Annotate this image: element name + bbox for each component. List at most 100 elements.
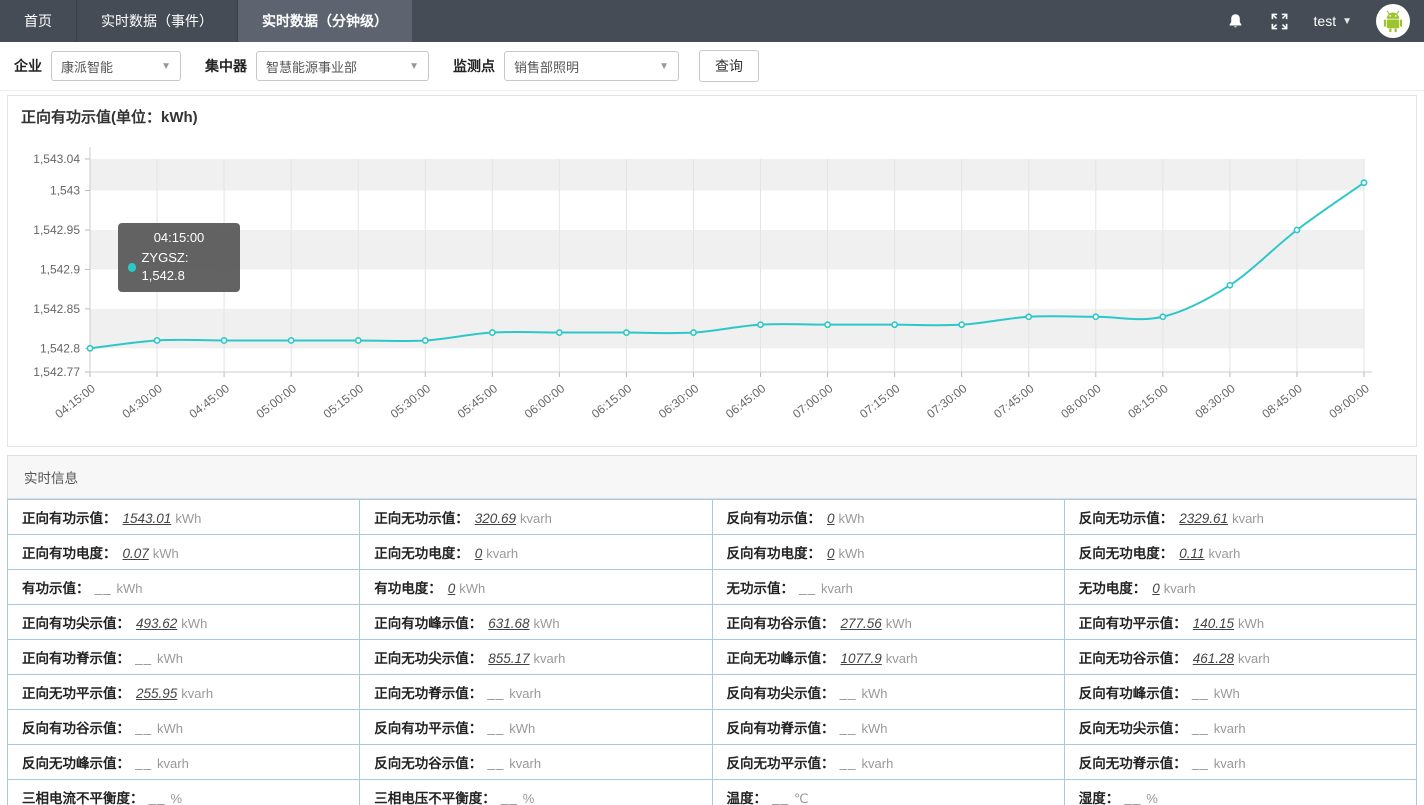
monitor-point-selected-value: 销售部照明	[514, 57, 579, 76]
data-point[interactable]	[289, 338, 294, 343]
concentrator-label: 集中器	[205, 56, 247, 76]
metric-value[interactable]: 0	[448, 581, 456, 596]
fullscreen-icon[interactable]	[1270, 11, 1290, 31]
metric-label: 正向有功示值：	[22, 511, 117, 526]
data-point[interactable]	[154, 338, 159, 343]
y-axis-labels: 1,542.771,542.81,542.851,542.91,542.951,…	[33, 152, 90, 379]
metric-label: 正向无功示值：	[374, 511, 469, 526]
data-point[interactable]	[356, 338, 361, 343]
metric-cell: 温度：__℃	[712, 780, 1064, 805]
data-point[interactable]	[825, 322, 830, 327]
info-table: 正向有功示值：1543.01kWh正向无功示值：320.69kvarh反向有功示…	[7, 499, 1417, 805]
metric-cell: 反向无功峰示值：__kvarh	[8, 745, 360, 780]
metric-cell: 反向有功尖示值：__kWh	[712, 675, 1064, 710]
metric-value[interactable]: 1077.9	[841, 651, 882, 666]
metric-value: __	[841, 721, 858, 736]
metric-unit: kWh	[175, 511, 201, 526]
user-menu[interactable]: test ▼	[1314, 13, 1352, 29]
metric-value[interactable]: 0.07	[123, 546, 149, 561]
metric-value[interactable]: 0	[475, 546, 483, 561]
data-point[interactable]	[490, 330, 495, 335]
metric-cell: 反向有功谷示值：__kWh	[8, 710, 360, 745]
metric-value[interactable]: 855.17	[488, 651, 529, 666]
metric-cell: 湿度：__%	[1064, 780, 1416, 805]
metric-value: __	[1193, 686, 1210, 701]
metric-value[interactable]: 277.56	[841, 616, 882, 631]
metric-value[interactable]: 140.15	[1193, 616, 1234, 631]
tab-home[interactable]: 首页	[0, 0, 77, 42]
metric-value[interactable]: 0	[827, 511, 835, 526]
tab-realtime-minute[interactable]: 实时数据（分钟级）	[238, 0, 412, 42]
metric-value[interactable]: 2329.61	[1179, 511, 1228, 526]
metric-cell: 反向有功峰示值：__kWh	[1064, 675, 1416, 710]
data-point[interactable]	[557, 330, 562, 335]
data-point[interactable]	[222, 338, 227, 343]
metric-unit: kvarh	[486, 546, 518, 561]
data-point[interactable]	[87, 346, 92, 351]
data-point[interactable]	[892, 322, 897, 327]
metric-cell: 正向有功峰示值：631.68kWh	[360, 605, 712, 640]
metric-value: __	[488, 721, 505, 736]
metric-cell: 三相电流不平衡度：__%	[8, 780, 360, 805]
info-panel-title: 实时信息	[7, 455, 1417, 499]
metric-unit: %	[171, 791, 183, 805]
x-tick-label: 08:00:00	[1058, 381, 1104, 421]
data-point[interactable]	[1227, 283, 1232, 288]
metric-label: 温度：	[727, 791, 768, 805]
metric-value[interactable]: 631.68	[488, 616, 529, 631]
metric-cell: 正向无功电度： 0kvarh	[360, 535, 712, 570]
enterprise-label: 企业	[14, 56, 42, 76]
metric-unit: kvarh	[181, 686, 213, 701]
metric-value[interactable]: 320.69	[475, 511, 516, 526]
data-point[interactable]	[1160, 314, 1165, 319]
x-tick-label: 05:00:00	[254, 381, 300, 421]
metric-unit: kvarh	[1232, 511, 1264, 526]
tab-realtime-event[interactable]: 实时数据（事件）	[77, 0, 238, 42]
metric-value[interactable]: 255.95	[136, 686, 177, 701]
metric-value: __	[800, 581, 817, 596]
bell-icon[interactable]	[1226, 11, 1246, 31]
metric-cell: 反向有功平示值：__kWh	[360, 710, 712, 745]
metric-value[interactable]: 0	[1152, 581, 1160, 596]
metric-value[interactable]: 1543.01	[123, 511, 172, 526]
metric-unit: kWh	[117, 581, 143, 596]
metric-unit: kWh	[153, 546, 179, 561]
data-point[interactable]	[758, 322, 763, 327]
monitor-point-select[interactable]: 销售部照明 ▼	[504, 51, 679, 81]
data-point[interactable]	[1026, 314, 1031, 319]
data-point[interactable]	[624, 330, 629, 335]
chevron-down-icon: ▼	[659, 61, 669, 72]
y-tick-label: 1,542.9	[40, 262, 80, 276]
x-tick-label: 07:30:00	[924, 381, 970, 421]
x-tick-label: 07:15:00	[857, 381, 903, 421]
metric-unit: kWh	[862, 721, 888, 736]
metric-value: __	[136, 651, 153, 666]
data-point[interactable]	[1294, 227, 1299, 232]
metric-value[interactable]: 0.11	[1179, 546, 1204, 561]
metric-cell: 反向无功电度：0.11kvarh	[1064, 535, 1416, 570]
data-point[interactable]	[959, 322, 964, 327]
data-point[interactable]	[1093, 314, 1098, 319]
metric-unit: kWh	[181, 616, 207, 631]
enterprise-select[interactable]: 康派智能 ▼	[51, 51, 181, 81]
split-area	[90, 159, 1364, 348]
table-row: 正向无功平示值：255.95kvarh正向无功脊示值：__kvarh反向有功尖示…	[8, 675, 1417, 710]
avatar[interactable]	[1376, 4, 1410, 38]
concentrator-select[interactable]: 智慧能源事业部 ▼	[256, 51, 429, 81]
metric-cell: 正向有功电度：0.07kWh	[8, 535, 360, 570]
metric-label: 无功电度：	[1079, 581, 1147, 596]
query-button[interactable]: 查询	[699, 50, 759, 82]
metric-value[interactable]: 461.28	[1193, 651, 1234, 666]
data-point[interactable]	[1361, 180, 1366, 185]
metric-cell: 正向有功示值： 1543.01kWh	[8, 500, 360, 535]
metric-label: 正向无功平示值：	[22, 686, 130, 701]
metric-label: 正向有功峰示值：	[374, 616, 482, 631]
data-point[interactable]	[423, 338, 428, 343]
metric-value[interactable]: 0	[827, 546, 835, 561]
data-point[interactable]	[691, 330, 696, 335]
metric-label: 正向无功电度：	[374, 546, 469, 561]
y-tick-label: 1,542.95	[33, 223, 80, 237]
metric-value[interactable]: 493.62	[136, 616, 177, 631]
metric-label: 反向无功示值：	[1079, 511, 1174, 526]
line-chart[interactable]: 1,542.771,542.81,542.851,542.91,542.951,…	[8, 129, 1414, 435]
